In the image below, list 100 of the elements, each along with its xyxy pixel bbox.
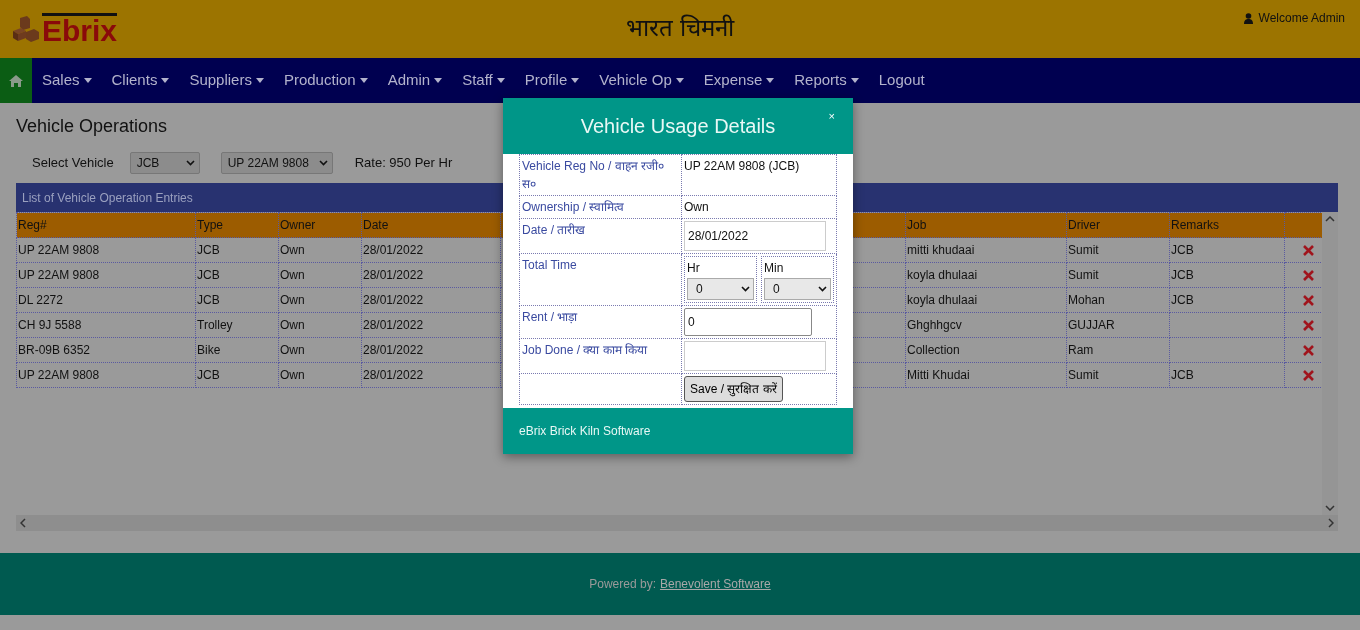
close-button[interactable]: × (826, 108, 837, 125)
table-cell: koyla dhulaai (905, 262, 1067, 288)
welcome-text: Welcome Admin (1258, 10, 1345, 27)
input-field[interactable]: 28/01/2022 (684, 221, 826, 251)
delete-icon[interactable] (1303, 245, 1314, 257)
delete-icon[interactable] (1303, 295, 1314, 307)
column-header: Owner (278, 212, 362, 238)
table-cell: JCB (1169, 237, 1285, 263)
table-cell: 28/01/2022 (361, 262, 501, 288)
rate-text: Rate: 950 Per Hr (354, 154, 453, 173)
table-cell: DL 2272 (16, 287, 196, 313)
table-cell: Own (278, 337, 362, 363)
footer-text: Powered by: (589, 576, 656, 593)
chevron-icon (818, 286, 827, 292)
vehicle-select[interactable]: UP 22AM 9808 (220, 152, 333, 174)
page-title: Vehicle Operations (16, 115, 168, 138)
table-cell: 28/01/2022 (361, 287, 501, 313)
column-header: Remarks (1169, 212, 1285, 238)
table-cell: Sumit (1066, 362, 1170, 388)
table-cell: JCB (195, 362, 279, 388)
scroll-up-icon[interactable] (1325, 216, 1335, 222)
scrollbar[interactable] (16, 515, 1338, 531)
home-icon (9, 74, 23, 87)
column-header: Date (361, 212, 501, 238)
table-cell: BR-09B 6352 (16, 337, 196, 363)
minute-select[interactable]: 0 (764, 278, 831, 300)
field-label: Ownership / स्वामित्व (522, 200, 625, 214)
table-cell: Sumit (1066, 237, 1170, 263)
table-cell: Sumit (1066, 262, 1170, 288)
delete-icon[interactable] (1303, 345, 1314, 357)
table-cell: Own (278, 287, 362, 313)
nav-menu-item[interactable]: Production (273, 58, 378, 103)
table-cell: koyla dhulaai (905, 287, 1067, 313)
bricks-icon (12, 14, 40, 44)
table-cell: JCB (195, 262, 279, 288)
chevron-icon (318, 160, 328, 166)
table-cell: JCB (195, 237, 279, 263)
nav-menu-item[interactable]: Admin (377, 58, 453, 103)
delete-icon[interactable] (1303, 270, 1314, 282)
input-field[interactable]: 0 (684, 308, 812, 336)
table-cell: CH 9J 5588 (16, 312, 196, 338)
table-cell: Bike (195, 337, 279, 363)
scroll-right-icon[interactable] (1328, 518, 1334, 528)
column-header: Type (195, 212, 279, 238)
table-cell: mitti khudaai (905, 237, 1067, 263)
user-icon (1243, 12, 1253, 24)
footer-link[interactable]: Benevolent Software (659, 575, 771, 593)
nav-menu-item[interactable]: Sales (32, 58, 102, 103)
app-title: भारत चिमनी (625, 14, 735, 42)
vehicle-type-select[interactable]: JCB (129, 152, 200, 174)
table-cell: JCB (1169, 362, 1285, 388)
scrollbar[interactable] (1322, 212, 1338, 515)
table-cell: Own (278, 262, 362, 288)
table-cell: UP 22AM 9808 (16, 237, 196, 263)
save-button[interactable]: Save / सुरक्षित करें (684, 376, 783, 402)
field-value: UP 22AM 9808 (JCB) (684, 159, 800, 173)
table-cell: Own (278, 362, 362, 388)
table-cell: GUJJAR (1066, 312, 1170, 338)
table-cell: Ghghhgcv (905, 312, 1067, 338)
column-header: Reg# (16, 212, 196, 238)
select-label: Hr (687, 260, 701, 277)
table-cell: Trolley (195, 312, 279, 338)
nav-menu-item[interactable]: Logout (868, 58, 935, 103)
nav-menu-item[interactable]: Suppliers (179, 58, 274, 103)
input-field[interactable] (684, 341, 826, 371)
field-label: Rent / भाड़ा (522, 310, 578, 324)
table-cell: 28/01/2022 (361, 337, 501, 363)
scroll-down-icon[interactable] (1325, 505, 1335, 511)
hour-select[interactable]: 0 (687, 278, 754, 300)
modal-footer-text: eBrix Brick Kiln Software (503, 408, 853, 454)
field-value: Own (684, 200, 709, 214)
delete-icon[interactable] (1303, 320, 1314, 332)
chevron-icon (185, 160, 195, 166)
table-cell: Ram (1066, 337, 1170, 363)
table-cell: Own (278, 312, 362, 338)
logo-text: Ebrix (42, 12, 118, 46)
column-header: Driver (1066, 212, 1170, 238)
column-header: Job (905, 212, 1067, 238)
delete-icon[interactable] (1303, 370, 1314, 382)
table-cell: JCB (1169, 262, 1285, 288)
home-button[interactable] (0, 58, 32, 103)
table-cell: UP 22AM 9808 (16, 362, 196, 388)
table-cell: Mohan (1066, 287, 1170, 313)
table-cell: Collection (905, 337, 1067, 363)
table-cell: JCB (195, 287, 279, 313)
nav-menu-item[interactable]: Clients (101, 58, 180, 103)
scroll-left-icon[interactable] (20, 518, 26, 528)
table-cell: 28/01/2022 (361, 362, 501, 388)
field-label: Job Done / क्या काम किया (522, 343, 648, 357)
table-cell: UP 22AM 9808 (16, 262, 196, 288)
filter-label: Select Vehicle (32, 154, 114, 173)
field-label: Date / तारीख (522, 223, 586, 237)
table-cell: Mitti Khudai (905, 362, 1067, 388)
table-cell: JCB (1169, 287, 1285, 313)
table-cell: 28/01/2022 (361, 237, 501, 263)
chevron-icon (741, 286, 750, 292)
table-cell: 28/01/2022 (361, 312, 501, 338)
select-label: Min (764, 260, 785, 277)
modal-title: Vehicle Usage Details (580, 114, 776, 139)
field-label: Total Time (522, 258, 577, 272)
